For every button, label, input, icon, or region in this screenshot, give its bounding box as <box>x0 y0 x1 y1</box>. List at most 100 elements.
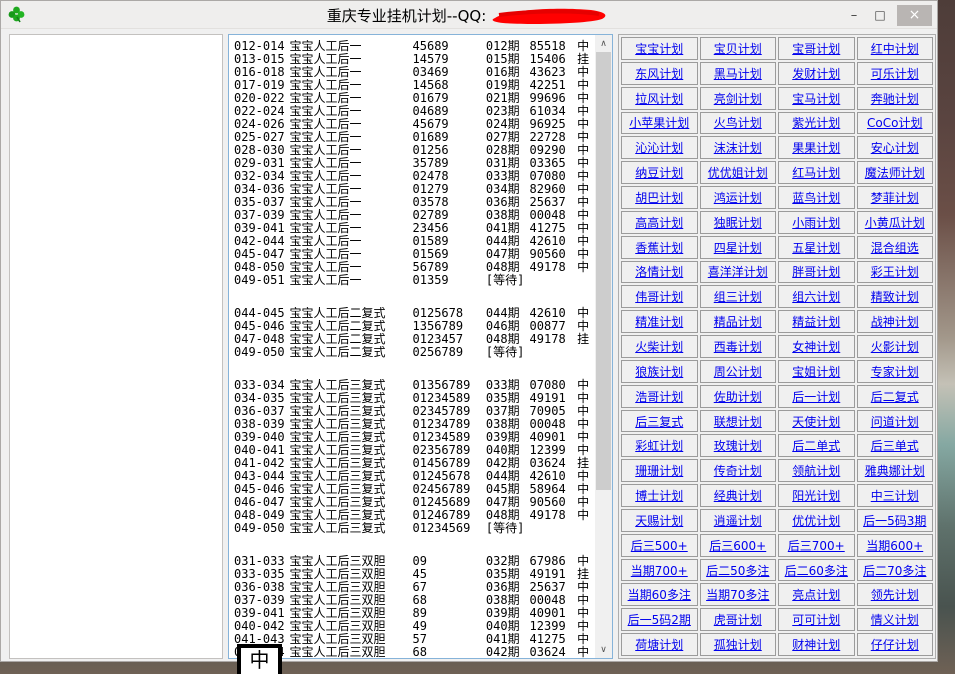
plan-link[interactable]: 彩虹计划 <box>635 437 683 454</box>
scroll-down-arrow[interactable]: ∨ <box>595 641 612 658</box>
plan-link[interactable]: 后二60多注 <box>785 562 848 579</box>
plan-link[interactable]: 五星计划 <box>792 239 840 256</box>
plan-link[interactable]: 果果计划 <box>792 139 840 156</box>
plan-link[interactable]: 周公计划 <box>714 363 762 380</box>
plan-link[interactable]: 仔仔计划 <box>871 636 919 653</box>
plan-link[interactable]: 当期600+ <box>866 537 923 554</box>
plan-link[interactable]: 后二50多注 <box>706 562 769 579</box>
plan-link[interactable]: 亮点计划 <box>792 586 840 603</box>
plan-link[interactable]: 孤独计划 <box>714 636 762 653</box>
plan-link[interactable]: 后二70多注 <box>863 562 926 579</box>
plan-link[interactable]: 拉风计划 <box>635 90 683 107</box>
minimize-button[interactable]: – <box>841 8 867 23</box>
plan-link[interactable]: 魔法师计划 <box>865 164 925 181</box>
plan-link[interactable]: 发财计划 <box>792 65 840 82</box>
plan-link[interactable]: 组六计划 <box>792 288 840 305</box>
plan-link[interactable]: 东风计划 <box>635 65 683 82</box>
plan-link[interactable]: 后三500+ <box>631 537 688 554</box>
plan-link[interactable]: 高高计划 <box>635 214 683 231</box>
plan-link[interactable]: 独眠计划 <box>714 214 762 231</box>
plan-link[interactable]: 梦菲计划 <box>871 189 919 206</box>
plan-link[interactable]: 宝姐计划 <box>792 363 840 380</box>
plan-link[interactable]: 宝贝计划 <box>714 40 762 57</box>
plan-link[interactable]: 红马计划 <box>792 164 840 181</box>
plan-link[interactable]: 宝马计划 <box>792 90 840 107</box>
plan-link[interactable]: 沫沫计划 <box>714 139 762 156</box>
plan-link[interactable]: 浩哥计划 <box>635 388 683 405</box>
plan-link[interactable]: 优优姐计划 <box>708 164 768 181</box>
plan-link[interactable]: 后三复式 <box>635 413 683 430</box>
plan-link[interactable]: 纳豆计划 <box>635 164 683 181</box>
plan-link[interactable]: 组三计划 <box>714 288 762 305</box>
plan-link[interactable]: 蓝鸟计划 <box>792 189 840 206</box>
maximize-button[interactable]: □ <box>867 8 893 22</box>
plan-link[interactable]: 火柴计划 <box>635 338 683 355</box>
plan-link[interactable]: 红中计划 <box>871 40 919 57</box>
plan-link[interactable]: 黑马计划 <box>714 65 762 82</box>
plan-link[interactable]: 小苹果计划 <box>629 114 689 131</box>
plan-link[interactable]: 宝哥计划 <box>792 40 840 57</box>
plan-output-panel[interactable]: 012-014宝宝人工后一45689012期85518中013-015宝宝人工后… <box>228 34 613 659</box>
plan-link[interactable]: 狼族计划 <box>635 363 683 380</box>
plan-link[interactable]: 天使计划 <box>792 413 840 430</box>
plan-link[interactable]: 小黄瓜计划 <box>865 214 925 231</box>
plan-link[interactable]: 玫瑰计划 <box>714 437 762 454</box>
plan-link[interactable]: 联想计划 <box>714 413 762 430</box>
plan-link[interactable]: 雅典娜计划 <box>865 462 925 479</box>
plan-link[interactable]: 精准计划 <box>635 313 683 330</box>
plan-link[interactable]: 沁沁计划 <box>635 139 683 156</box>
plan-link[interactable]: 后一5码2期 <box>628 611 691 628</box>
plan-link[interactable]: 后一5码3期 <box>863 512 926 529</box>
plan-link[interactable]: 洛情计划 <box>635 263 683 280</box>
plan-link[interactable]: 可乐计划 <box>871 65 919 82</box>
plan-link[interactable]: 专家计划 <box>871 363 919 380</box>
plan-link[interactable]: 火鸟计划 <box>714 114 762 131</box>
scroll-up-arrow[interactable]: ∧ <box>595 35 612 52</box>
plan-link[interactable]: 后三700+ <box>788 537 845 554</box>
plan-link[interactable]: 虎哥计划 <box>714 611 762 628</box>
plan-link[interactable]: 精致计划 <box>871 288 919 305</box>
plan-link[interactable]: 精益计划 <box>792 313 840 330</box>
plan-link[interactable]: 优优计划 <box>792 512 840 529</box>
plan-link[interactable]: 经典计划 <box>714 487 762 504</box>
plan-link[interactable]: 领航计划 <box>792 462 840 479</box>
scrollbar-thumb[interactable] <box>596 52 611 490</box>
plan-link[interactable]: 当期70多注 <box>706 586 769 603</box>
plan-link[interactable]: 紫光计划 <box>792 114 840 131</box>
plan-link[interactable]: 逍遥计划 <box>714 512 762 529</box>
plan-link[interactable]: 当期60多注 <box>628 586 691 603</box>
plan-link[interactable]: 小雨计划 <box>792 214 840 231</box>
plan-link[interactable]: 胖哥计划 <box>792 263 840 280</box>
plan-link[interactable]: 彩王计划 <box>871 263 919 280</box>
plan-link[interactable]: 传奇计划 <box>714 462 762 479</box>
plan-link[interactable]: 混合组选 <box>871 239 919 256</box>
plan-link[interactable]: 后一计划 <box>792 388 840 405</box>
plan-link[interactable]: 奔驰计划 <box>871 90 919 107</box>
plan-link[interactable]: 中三计划 <box>871 487 919 504</box>
plan-link[interactable]: 精品计划 <box>714 313 762 330</box>
plan-link[interactable]: 后三单式 <box>871 437 919 454</box>
plan-link[interactable]: 四星计划 <box>714 239 762 256</box>
plan-link[interactable]: 阳光计划 <box>792 487 840 504</box>
plan-link[interactable]: 火影计划 <box>871 338 919 355</box>
plan-link[interactable]: 财神计划 <box>792 636 840 653</box>
plan-link[interactable]: 荷塘计划 <box>635 636 683 653</box>
plan-link[interactable]: 珊珊计划 <box>635 462 683 479</box>
plan-link[interactable]: 情义计划 <box>871 611 919 628</box>
plan-link[interactable]: CoCo计划 <box>867 114 922 131</box>
close-button[interactable]: × <box>897 5 932 26</box>
plan-link[interactable]: 后二复式 <box>871 388 919 405</box>
plan-link[interactable]: 领先计划 <box>871 586 919 603</box>
plan-link[interactable]: 问道计划 <box>871 413 919 430</box>
plan-link[interactable]: 西毒计划 <box>714 338 762 355</box>
plan-link[interactable]: 宝宝计划 <box>635 40 683 57</box>
plan-link[interactable]: 香蕉计划 <box>635 239 683 256</box>
plan-link[interactable]: 当期700+ <box>631 562 688 579</box>
plan-link[interactable]: 喜洋洋计划 <box>708 263 768 280</box>
plan-link[interactable]: 后二单式 <box>792 437 840 454</box>
plan-link[interactable]: 博士计划 <box>635 487 683 504</box>
plan-link[interactable]: 佐助计划 <box>714 388 762 405</box>
plan-link[interactable]: 安心计划 <box>871 139 919 156</box>
plan-link[interactable]: 胡巴计划 <box>635 189 683 206</box>
plan-link[interactable]: 后三600+ <box>709 537 766 554</box>
